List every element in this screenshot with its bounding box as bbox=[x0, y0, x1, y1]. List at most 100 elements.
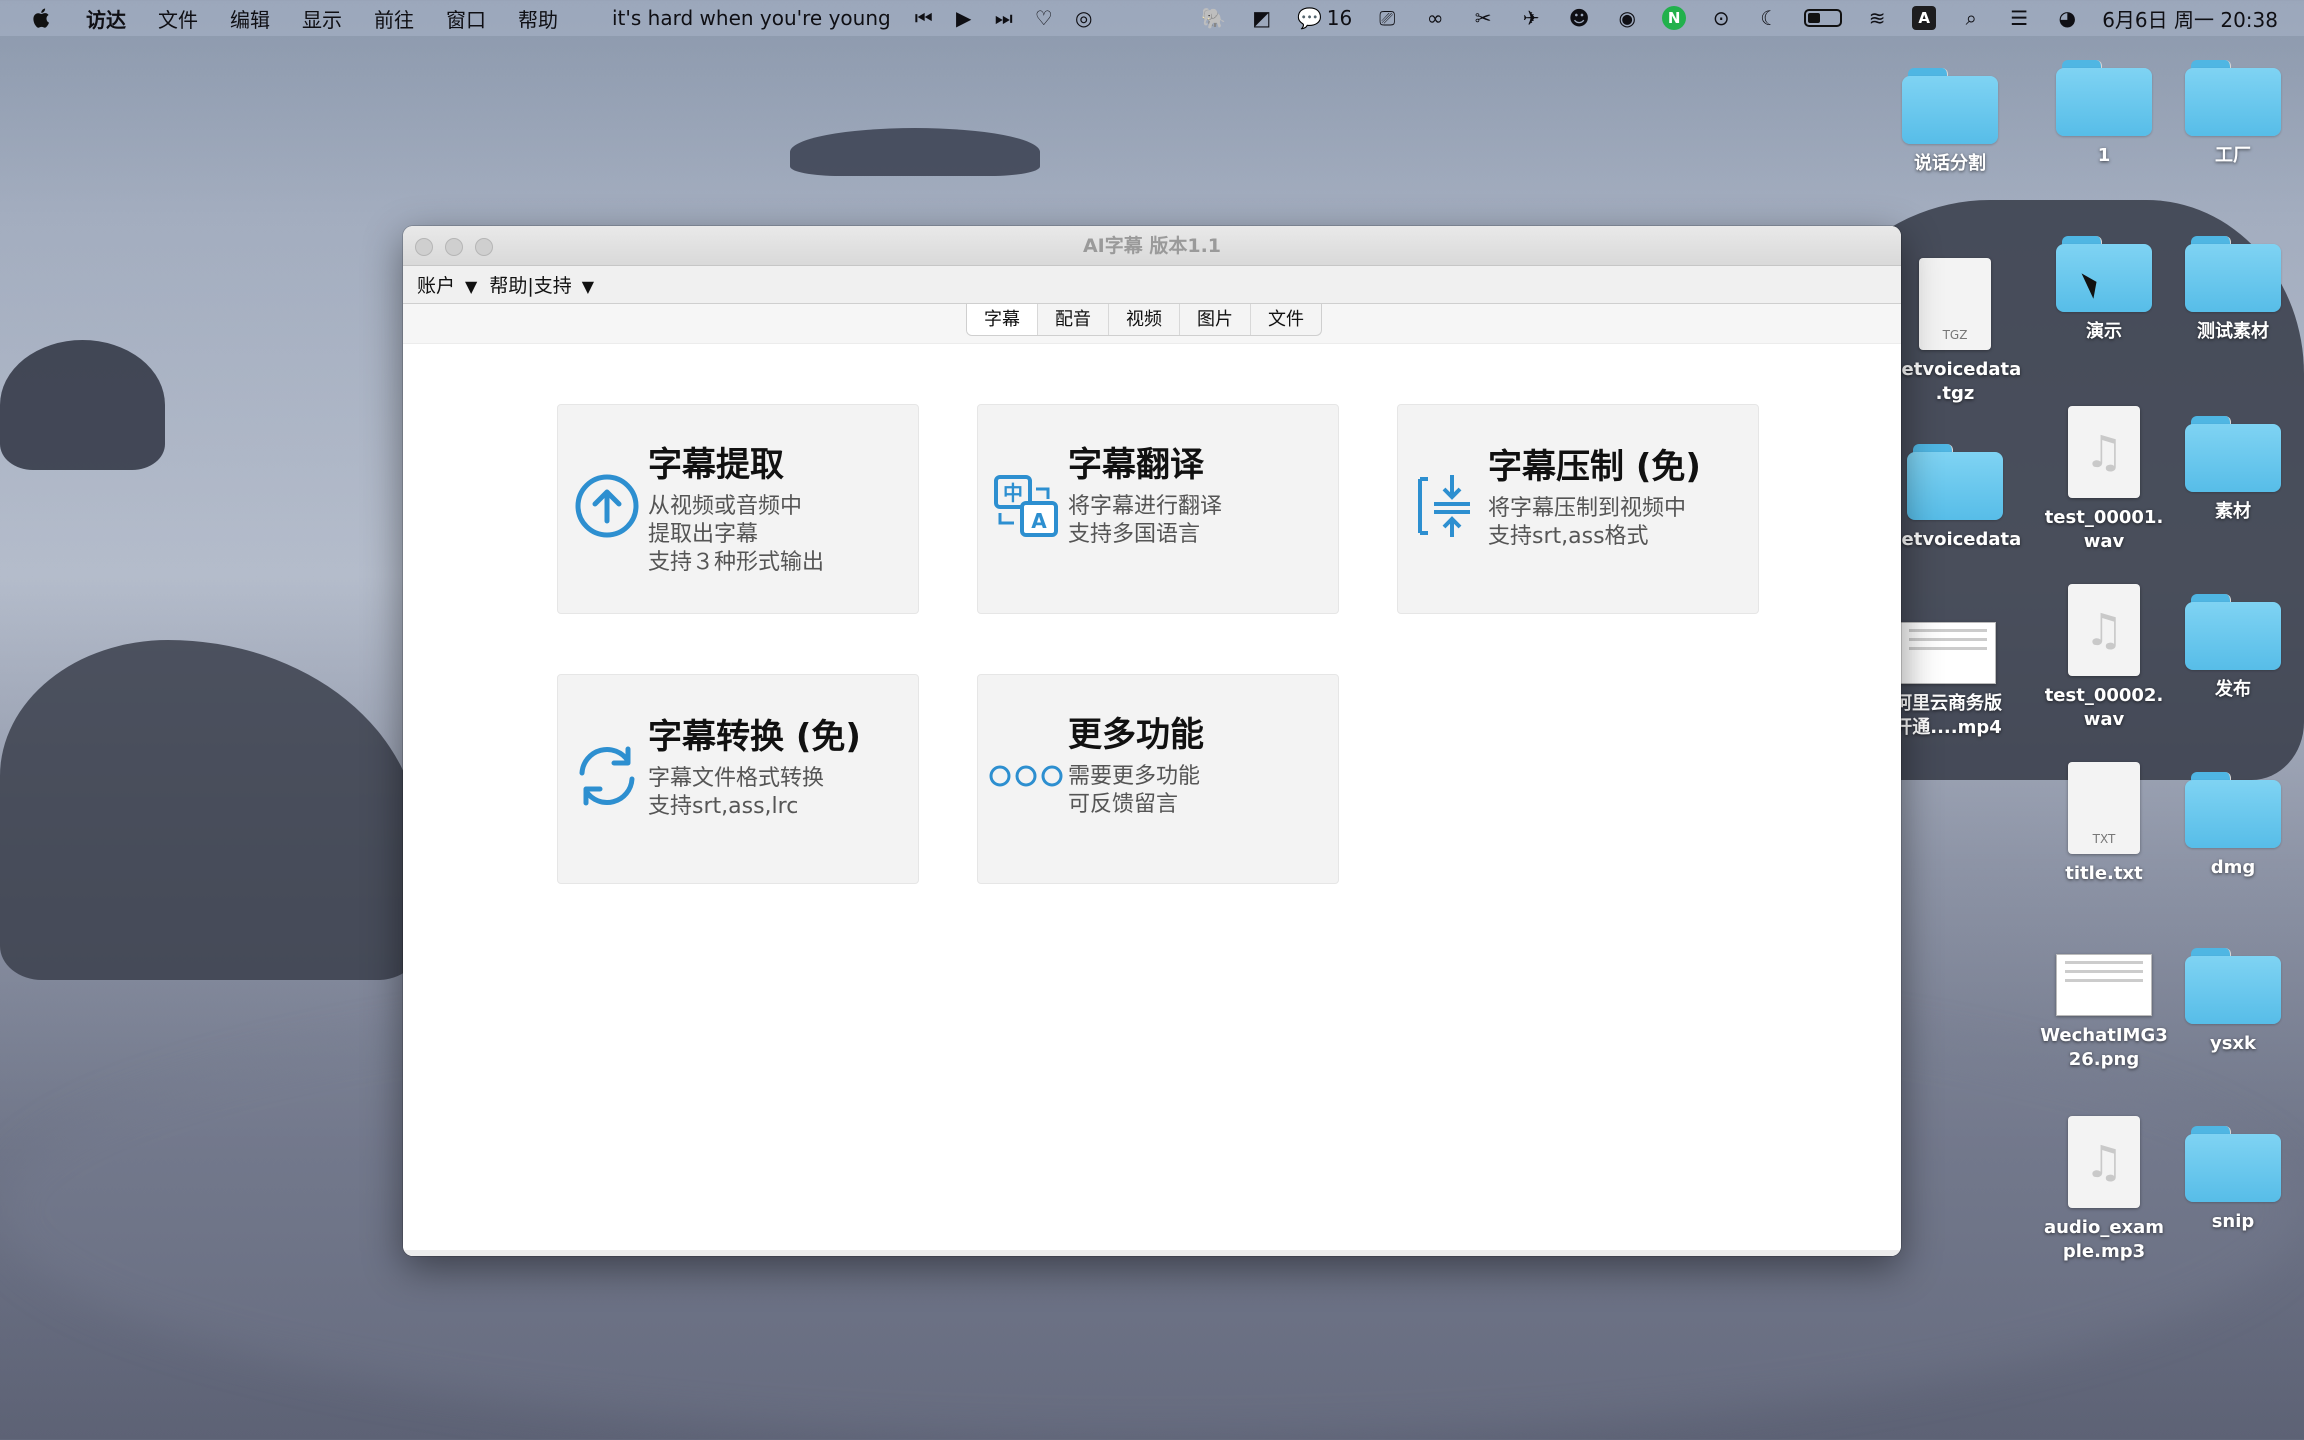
control-center-icon[interactable]: ☰ bbox=[2006, 5, 2032, 31]
folder-icon bbox=[2185, 1126, 2281, 1202]
menu-help[interactable]: 帮助 bbox=[518, 4, 558, 33]
next-track-icon[interactable]: ⏭ bbox=[991, 5, 1017, 31]
desktop-icon-label: dmg bbox=[2210, 857, 2256, 878]
more-features-card[interactable]: 更多功能 需要更多功能 可反馈留言 bbox=[977, 674, 1339, 884]
desktop-folder[interactable]: 演示 bbox=[2029, 236, 2179, 344]
desktop-file[interactable]: ♫ test_00001. wav bbox=[2029, 406, 2179, 554]
moon-icon[interactable]: ☾ bbox=[1756, 5, 1782, 31]
battery-icon[interactable] bbox=[1804, 9, 1843, 27]
tab-strip: 字幕 配音 视频 图片 文件 bbox=[403, 304, 1901, 344]
menu-window[interactable]: 窗口 bbox=[446, 4, 486, 33]
video-thumbnail-icon bbox=[1900, 622, 1996, 684]
card-description: 字幕文件格式转换 支持srt,ass,lrc bbox=[648, 766, 825, 819]
archive-file-icon: TGZ bbox=[1919, 258, 1991, 350]
menu-bar: 访达 文件 编辑 显示 前往 窗口 帮助 it's hard when you'… bbox=[0, 0, 2304, 36]
audio-file-icon: ♫ bbox=[2068, 584, 2140, 676]
tab-image[interactable]: 图片 bbox=[1180, 304, 1251, 335]
image-thumbnail-icon bbox=[2056, 954, 2152, 1016]
desktop-file[interactable]: ♫ audio_exam ple.mp3 bbox=[2029, 1116, 2179, 1264]
subtitle-extract-card[interactable]: 字幕提取 从视频或音频中 提取出字幕 支持３种形式输出 bbox=[557, 404, 919, 614]
desktop-folder[interactable]: ysxk bbox=[2158, 948, 2304, 1056]
subtitle-translate-card[interactable]: 中 A 字幕翻译 将字幕进行翻译 支持多国语言 bbox=[977, 404, 1339, 614]
menu-go[interactable]: 前往 bbox=[374, 4, 414, 33]
folder-icon bbox=[2185, 236, 2281, 312]
compress-icon bbox=[1418, 475, 1470, 537]
menu-edit[interactable]: 编辑 bbox=[230, 4, 270, 33]
desktop-icon-label: ysxk bbox=[2209, 1033, 2257, 1054]
desktop-icon-label: 工厂 bbox=[2215, 145, 2251, 166]
apple-icon[interactable] bbox=[30, 6, 54, 30]
card-description: 从视频或音频中 提取出字幕 支持３种形式输出 bbox=[648, 494, 825, 575]
desktop-icon-label: 测试素材 bbox=[2197, 321, 2269, 342]
chat-count: 16 bbox=[1326, 6, 1353, 30]
more-icon bbox=[989, 765, 1063, 787]
folder-icon bbox=[2185, 594, 2281, 670]
desktop-folder[interactable]: dmg bbox=[2158, 772, 2304, 880]
card-title: 字幕提取 bbox=[648, 445, 784, 485]
play-icon[interactable]: ▶ bbox=[951, 5, 977, 31]
playback-icon[interactable]: ⊙ bbox=[1708, 5, 1734, 31]
now-playing-title[interactable]: it's hard when you're young bbox=[612, 6, 891, 30]
desktop-folder[interactable]: 测试素材 bbox=[2158, 236, 2304, 344]
desktop-file[interactable]: TGZ getvoicedata .tgz bbox=[1880, 258, 2030, 406]
link-icon[interactable]: ∞ bbox=[1422, 5, 1448, 31]
desktop-folder[interactable]: 1 bbox=[2029, 60, 2179, 168]
send-icon[interactable]: ✈ bbox=[1518, 5, 1544, 31]
menubar-datetime[interactable]: 6月6日 周一 20:38 bbox=[2102, 4, 2278, 33]
chat-status[interactable]: 💬 16 bbox=[1297, 5, 1352, 31]
weibo-icon[interactable]: ◉ bbox=[1614, 5, 1640, 31]
netease-music-icon[interactable]: ◎ bbox=[1071, 5, 1097, 31]
menu-finder[interactable]: 访达 bbox=[86, 4, 126, 33]
convert-icon bbox=[579, 746, 635, 806]
window-title: AI字幕 版本1.1 bbox=[1082, 235, 1222, 257]
desktop-folder[interactable]: snip bbox=[2158, 1126, 2304, 1234]
menu-view[interactable]: 显示 bbox=[302, 4, 342, 33]
wechat-icon[interactable]: ☻ bbox=[1566, 5, 1592, 31]
app-menu-bar: 账户 ▼ 帮助|支持 ▼ bbox=[403, 266, 1901, 304]
desktop-file[interactable]: TXT title.txt bbox=[2029, 762, 2179, 886]
window-titlebar[interactable]: AI字幕 版本1.1 bbox=[403, 226, 1901, 266]
folder-icon bbox=[2185, 416, 2281, 492]
input-method-icon[interactable]: A bbox=[1912, 6, 1937, 30]
desktop-folder[interactable]: getvoicedata bbox=[1880, 444, 2030, 552]
upload-circle-icon bbox=[575, 474, 639, 538]
desktop-file[interactable]: ♫ test_00002. wav bbox=[2029, 584, 2179, 732]
split-tool-icon[interactable]: ✂ bbox=[1470, 5, 1496, 31]
tab-dubbing[interactable]: 配音 bbox=[1038, 304, 1109, 335]
folder-icon bbox=[2185, 60, 2281, 136]
desktop-file[interactable]: WechatIMG3 26.png bbox=[2029, 954, 2179, 1072]
desktop-folder[interactable]: 说话分割 bbox=[1875, 68, 2025, 176]
previous-track-icon[interactable]: ⏮ bbox=[911, 5, 937, 31]
screen-record-icon[interactable]: ⎚ bbox=[1374, 5, 1400, 31]
desktop-icon-label: WechatIMG3 26.png bbox=[2040, 1025, 2168, 1070]
subtitle-burn-card[interactable]: 字幕压制 (免) 将字幕压制到视频中 支持srt,ass格式 bbox=[1397, 404, 1759, 614]
card-title: 更多功能 bbox=[1068, 715, 1204, 755]
dropdown-arrow-icon: ▼ bbox=[465, 277, 478, 296]
desktop-folder[interactable]: 工厂 bbox=[2158, 60, 2304, 168]
audio-file-icon: ♫ bbox=[2068, 1116, 2140, 1208]
n-app-icon[interactable]: N bbox=[1662, 6, 1687, 30]
tab-subtitle[interactable]: 字幕 bbox=[967, 304, 1038, 335]
siri-icon[interactable]: ◕ bbox=[2054, 5, 2080, 31]
search-icon[interactable]: ⌕ bbox=[1958, 5, 1984, 31]
desktop-folder[interactable]: 素材 bbox=[2158, 416, 2304, 524]
heart-icon[interactable]: ♡ bbox=[1031, 5, 1057, 31]
tab-file[interactable]: 文件 bbox=[1251, 304, 1321, 335]
subtitle-convert-card[interactable]: 字幕转换 (免) 字幕文件格式转换 支持srt,ass,lrc bbox=[557, 674, 919, 884]
card-description: 将字幕压制到视频中 支持srt,ass格式 bbox=[1488, 496, 1687, 549]
desktop-folder[interactable]: 发布 bbox=[2158, 594, 2304, 702]
wifi-icon[interactable]: ≋ bbox=[1864, 5, 1890, 31]
desktop-icon-label: title.txt bbox=[2065, 863, 2143, 884]
menu-file[interactable]: 文件 bbox=[158, 4, 198, 33]
evernote-icon[interactable]: 🐘 bbox=[1201, 5, 1227, 31]
desktop-icon-label: test_00002. wav bbox=[2044, 685, 2164, 730]
tab-video[interactable]: 视频 bbox=[1109, 304, 1180, 335]
desktop-icon-label: 素材 bbox=[2215, 501, 2251, 522]
screenshot-app-icon[interactable]: ◩ bbox=[1249, 5, 1275, 31]
account-menu[interactable]: 账户 ▼ bbox=[417, 271, 477, 298]
card-description: 将字幕进行翻译 支持多国语言 bbox=[1068, 494, 1223, 547]
card-title: 字幕压制 (免) bbox=[1488, 447, 1701, 487]
help-support-menu[interactable]: 帮助|支持 ▼ bbox=[489, 271, 594, 298]
desktop-icon-label: test_00001. wav bbox=[2044, 507, 2164, 552]
text-file-icon: TXT bbox=[2068, 762, 2140, 854]
